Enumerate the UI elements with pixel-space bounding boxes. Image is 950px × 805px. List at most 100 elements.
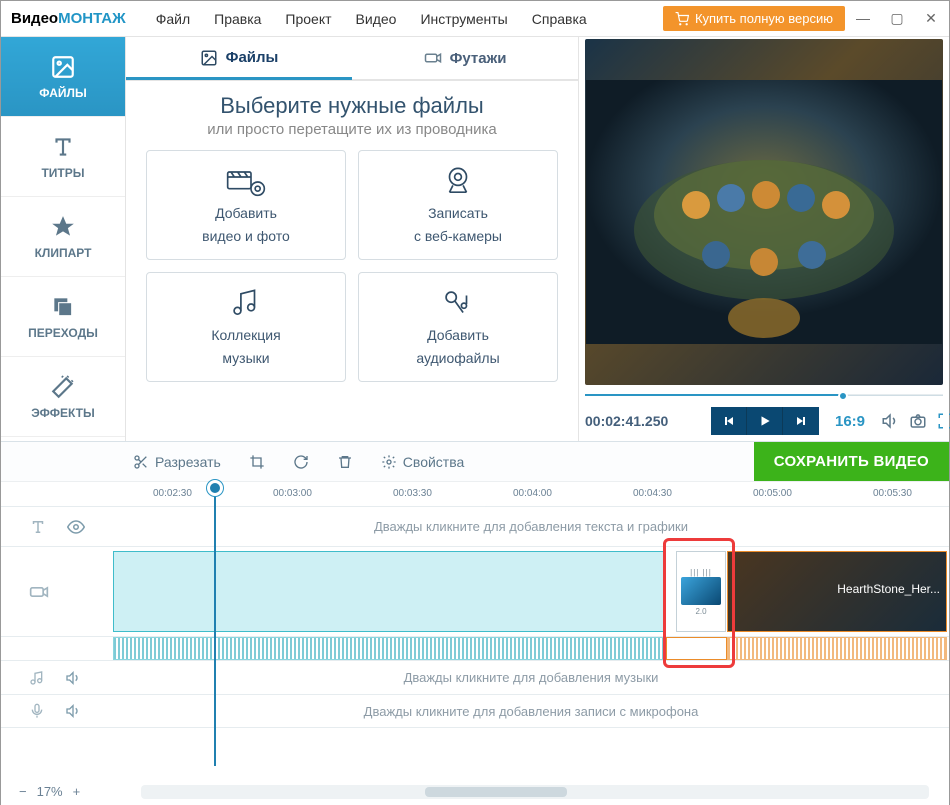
timeline-scrollbar[interactable]: [141, 785, 929, 799]
edit-toolbar: Разрезать Свойства СОХРАНИТЬ ВИДЕО: [1, 441, 949, 481]
tab-footage[interactable]: Футажи: [352, 37, 578, 79]
transition-clip[interactable]: ||| ||| 2.0: [676, 551, 726, 632]
playback-buttons: [711, 407, 819, 435]
card-line1: Добавить: [427, 327, 489, 344]
video-preview[interactable]: [585, 39, 943, 385]
sidebar-transitions[interactable]: ПЕРЕХОДЫ: [1, 277, 125, 357]
sidebar-clipart[interactable]: КЛИПАРТ: [1, 197, 125, 277]
track-mic: Дважды кликните для добавления записи с …: [1, 694, 949, 728]
snapshot-icon[interactable]: [909, 412, 927, 430]
buy-button[interactable]: Купить полную версию: [663, 6, 845, 31]
layers-icon: [50, 294, 76, 320]
video-clip-1[interactable]: [113, 551, 666, 632]
fullscreen-icon[interactable]: [937, 412, 950, 430]
playhead-knob[interactable]: [207, 480, 223, 496]
scrub-bar[interactable]: [585, 391, 943, 399]
audio-wave-1[interactable]: [113, 637, 666, 660]
tab-files[interactable]: Файлы: [126, 38, 352, 80]
audio-wave-trans[interactable]: [666, 637, 727, 660]
track-video-body[interactable]: ||| ||| 2.0 HearthStone_Her...: [113, 547, 949, 636]
card-line2: видео и фото: [202, 228, 290, 245]
menu-edit[interactable]: Правка: [202, 11, 273, 27]
track-audio-body[interactable]: [113, 637, 949, 660]
ruler-tick: 00:03:00: [273, 488, 312, 499]
music-icon: [226, 287, 266, 321]
prev-button[interactable]: [711, 407, 747, 435]
sidebar-effects[interactable]: ЭФФЕКТЫ: [1, 357, 125, 437]
volume-icon[interactable]: [65, 703, 81, 719]
image-icon: [200, 49, 218, 67]
maximize-button[interactable]: ▢: [889, 10, 905, 27]
menu-help[interactable]: Справка: [520, 11, 599, 27]
video-frame: [586, 80, 942, 344]
zoom-in[interactable]: +: [73, 784, 81, 799]
logo-text-b: МОНТАЖ: [58, 10, 126, 27]
card-add-video[interactable]: Добавить видео и фото: [146, 150, 346, 260]
track-music: Дважды кликните для добавления музыки: [1, 660, 949, 694]
sidebar-files[interactable]: ФАЙЛЫ: [1, 37, 125, 117]
panel-grid: Добавить видео и фото Записать с веб-кам…: [146, 150, 558, 382]
panel-subtitle: или просто перетащите их из проводника: [146, 121, 558, 138]
wand-icon: [50, 374, 76, 400]
menu-project[interactable]: Проект: [273, 11, 343, 27]
ruler-tick: 00:04:00: [513, 488, 552, 499]
save-video-button[interactable]: СОХРАНИТЬ ВИДЕО: [754, 442, 949, 482]
panel-tabs: Файлы Футажи: [126, 37, 578, 81]
close-button[interactable]: ✕: [923, 10, 939, 27]
card-line1: Записать: [428, 205, 488, 222]
menu-file[interactable]: Файл: [144, 11, 202, 27]
next-button[interactable]: [783, 407, 819, 435]
ruler-tick: 00:03:30: [393, 488, 432, 499]
zoom-level: 17%: [37, 784, 63, 799]
cut-label: Разрезать: [155, 454, 221, 470]
volume-icon[interactable]: [881, 412, 899, 430]
panel-title: Выберите нужные файлы: [146, 93, 558, 119]
trash-icon[interactable]: [337, 454, 353, 470]
video-clip-2[interactable]: HearthStone_Her...: [727, 551, 947, 632]
volume-icon[interactable]: [65, 670, 81, 686]
menu-video[interactable]: Видео: [344, 11, 409, 27]
tab-footage-label: Футажи: [450, 50, 507, 67]
properties-button[interactable]: Свойства: [381, 454, 464, 470]
buy-label: Купить полную версию: [695, 11, 833, 26]
crop-icon[interactable]: [249, 454, 265, 470]
zoom-out[interactable]: −: [19, 784, 27, 799]
eye-icon[interactable]: [67, 518, 85, 536]
aspect-ratio[interactable]: 16:9: [835, 413, 865, 430]
playhead[interactable]: [214, 486, 216, 766]
ruler-tick: 00:05:30: [873, 488, 912, 499]
card-audio[interactable]: Добавить аудиофайлы: [358, 272, 558, 382]
sidebar-transitions-label: ПЕРЕХОДЫ: [28, 326, 98, 340]
scissors-icon: [133, 454, 149, 470]
player-controls: 00:02:41.250 16:9: [585, 407, 943, 435]
text-icon: [29, 518, 47, 536]
track-mic-body[interactable]: Дважды кликните для добавления записи с …: [113, 695, 949, 727]
card-line1: Коллекция: [211, 327, 280, 344]
card-music[interactable]: Коллекция музыки: [146, 272, 346, 382]
card-line2: с веб-камеры: [414, 228, 502, 245]
main-area: ФАЙЛЫ ТИТРЫ КЛИПАРТ ПЕРЕХОДЫ ЭФФЕКТЫ Фай…: [1, 37, 949, 441]
gear-icon: [381, 454, 397, 470]
preview-icons: [881, 412, 950, 430]
track-music-body[interactable]: Дважды кликните для добавления музыки: [113, 661, 949, 694]
minimize-button[interactable]: —: [855, 10, 871, 27]
timeline: 00:02:30 00:03:00 00:03:30 00:04:00 00:0…: [1, 481, 949, 805]
window-controls: — ▢ ✕: [855, 10, 939, 27]
video-icon: [29, 582, 49, 602]
rotate-icon[interactable]: [293, 454, 309, 470]
track-text: Дважды кликните для добавления текста и …: [1, 506, 949, 546]
transition-duration: 2.0: [695, 607, 706, 616]
tab-files-label: Файлы: [226, 49, 279, 66]
time-ruler[interactable]: 00:02:30 00:03:00 00:03:30 00:04:00 00:0…: [113, 482, 949, 506]
menu-tools[interactable]: Инструменты: [408, 11, 519, 27]
play-button[interactable]: [747, 407, 783, 435]
card-line2: аудиофайлы: [416, 350, 499, 367]
card-webcam[interactable]: Записать с веб-камеры: [358, 150, 558, 260]
sidebar-titles[interactable]: ТИТРЫ: [1, 117, 125, 197]
audio-wave-2[interactable]: [727, 637, 947, 660]
sidebar: ФАЙЛЫ ТИТРЫ КЛИПАРТ ПЕРЕХОДЫ ЭФФЕКТЫ: [1, 37, 126, 441]
cart-icon: [675, 12, 689, 26]
track-text-body[interactable]: Дважды кликните для добавления текста и …: [113, 507, 949, 546]
cut-button[interactable]: Разрезать: [133, 454, 221, 470]
sidebar-titles-label: ТИТРЫ: [41, 166, 84, 180]
